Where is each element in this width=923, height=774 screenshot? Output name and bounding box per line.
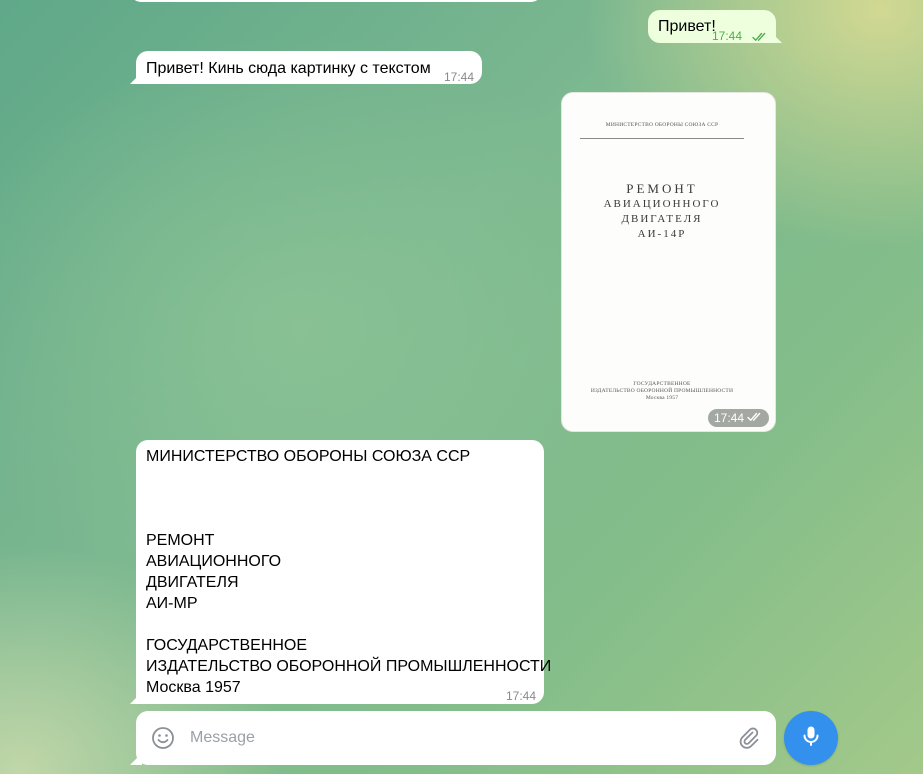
message-input[interactable] <box>190 725 720 751</box>
document-title-line: РЕМОНТ <box>626 181 698 196</box>
document-title-line: АВИАЦИОННОГО <box>603 198 721 210</box>
double-check-icon <box>747 409 763 427</box>
document-header: МИНИСТЕРСТВО ОБОРОНЫ СОЮЗА ССР <box>580 115 744 139</box>
ocr-line: АВИАЦИОННОГО <box>146 553 282 570</box>
double-check-icon <box>752 27 768 48</box>
ocr-line: МИНИСТЕРСТВО ОБОРОНЫ СОЮЗА ССР <box>146 448 471 465</box>
ocr-line <box>146 488 551 509</box>
ocr-line <box>146 509 551 530</box>
ocr-text: МИНИСТЕРСТВО ОБОРОНЫ СОЮЗА ССР РЕМОНТ АВ… <box>146 446 551 698</box>
message-text: Привет! <box>658 18 716 35</box>
document-footer: ГОСУДАРСТВЕННОЕ ИЗДАТЕЛЬСТВО ОБОРОННОЙ П… <box>562 381 762 402</box>
outgoing-message-greeting[interactable]: Привет! 17:44 <box>648 10 782 43</box>
bubble-tail <box>130 692 142 704</box>
document-footer-line: ИЗДАТЕЛЬСТВО ОБОРОННОЙ ПРОМЫШЛЕННОСТИ <box>590 388 734 394</box>
ocr-line: ГОСУДАРСТВЕННОЕ <box>146 637 308 654</box>
chat-area: Привет! 17:44 Привет! Кинь сюда картинку… <box>0 0 923 774</box>
message-text: Привет! Кинь сюда картинку с текстом <box>146 60 431 77</box>
message-composer <box>130 711 776 765</box>
ocr-line: ДВИГАТЕЛЯ <box>146 574 239 591</box>
previous-message-partial <box>130 0 542 2</box>
incoming-message-request[interactable]: Привет! Кинь сюда картинку с текстом 17:… <box>130 51 482 84</box>
bubble-tail <box>770 31 782 43</box>
microphone-icon <box>799 724 823 753</box>
outgoing-photo-message[interactable]: МИНИСТЕРСТВО ОБОРОНЫ СОЮЗА ССР РЕМОНТ АВ… <box>561 92 776 432</box>
document-title-line: ДВИГАТЕЛЯ <box>621 213 703 225</box>
document-footer-line: Москва 1957 <box>645 395 679 401</box>
ocr-line <box>146 614 551 635</box>
message-time: 17:44 <box>443 70 474 84</box>
ocr-line: РЕМОНТ <box>146 532 215 549</box>
microphone-button[interactable] <box>784 711 838 765</box>
document-footer-line: ГОСУДАРСТВЕННОЕ <box>633 381 691 387</box>
ocr-line: Москва 1957 <box>146 679 241 696</box>
ocr-line: АИ-МР <box>146 595 198 612</box>
bubble-tail <box>130 72 142 84</box>
paperclip-icon[interactable] <box>736 725 762 751</box>
incoming-message-ocr-result[interactable]: МИНИСТЕРСТВО ОБОРОНЫ СОЮЗА ССР РЕМОНТ АВ… <box>130 440 551 704</box>
smile-icon[interactable] <box>150 725 176 751</box>
document-title: РЕМОНТ АВИАЦИОННОГО ДВИГАТЕЛЯ АИ-14Р <box>562 181 762 242</box>
message-time: 17:44 <box>711 29 742 43</box>
bubble-tail <box>130 753 142 765</box>
message-time: 17:44 <box>713 411 744 425</box>
message-time: 17:44 <box>505 689 536 703</box>
ocr-line <box>146 467 551 488</box>
ocr-line: ИЗДАТЕЛЬСТВО ОБОРОННОЙ ПРОМЫШЛЕННОСТИ <box>146 658 552 675</box>
document-title-line: АИ-14Р <box>637 228 687 240</box>
photo-time-badge: 17:44 <box>707 409 769 427</box>
